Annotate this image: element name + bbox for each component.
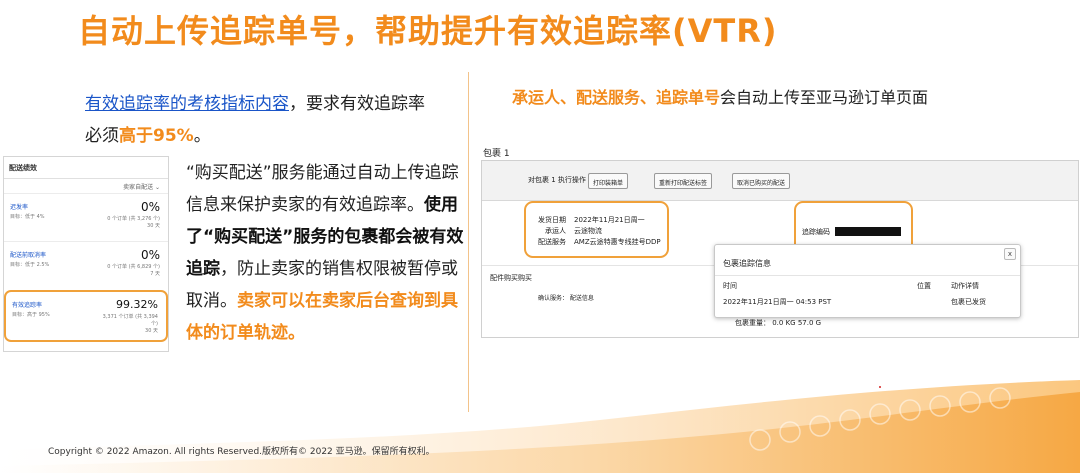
provider-service: 确认服务： 配送信息 — [538, 295, 594, 302]
metric-value: 0% — [140, 200, 160, 214]
metric-detail: 0 个订单 (共 6,829 个) 7 天 — [107, 264, 160, 277]
package-weight: 包裹重量： 0.0 KG 57.0 G — [735, 319, 822, 327]
slide-title: 自动上传追踪单号，帮助提升有效追踪率(VTR) — [78, 12, 778, 50]
close-icon[interactable]: x — [1004, 248, 1016, 260]
right-highlight: 承运人、配送服务、追踪单号 — [512, 88, 721, 107]
metric-label[interactable]: 配送前取消率 — [10, 250, 162, 259]
intro-text-2: 必须 — [85, 126, 119, 146]
right-text: 会自动上传至亚马逊订单页面 — [720, 88, 929, 107]
body-paragraph: “购买配送”服务能通过自动上传追踪信息来保护卖家的有效追踪率。使用了“购买配送”… — [186, 157, 464, 349]
shipment-highlight-box — [524, 201, 669, 258]
body-part-1: “购买配送”服务能通过自动上传追踪信息来保护卖家的有效追踪率。 — [186, 163, 459, 215]
metric-row-late-shipment: 迟发率 目标：低于 4% 0% 0 个订单 (共 3,276 个) 30 天 — [4, 193, 168, 241]
provider-label: 配件购买购买 — [490, 274, 532, 282]
metric-link[interactable]: 有效追踪率的考核指标内容 — [85, 94, 289, 114]
right-heading: 承运人、配送服务、追踪单号会自动上传至亚马逊订单页面 — [512, 84, 928, 108]
intro-text-3: 。 — [193, 126, 211, 146]
package-action-bar: 对包裹 1 执行操作 打印装箱单 重新打印配送标签 取消已购买的配送 — [482, 161, 1078, 201]
popup-divider — [715, 275, 1020, 276]
metric-row-cancel-rate: 配送前取消率 目标：低于 2.5% 0% 0 个订单 (共 6,829 个) 7 … — [4, 241, 168, 289]
vertical-divider — [468, 72, 469, 412]
package-title: 包裹 1 — [483, 149, 510, 159]
intro-paragraph: 有效追踪率的考核指标内容，要求有效追踪率必须高于95%。 — [85, 88, 465, 152]
metric-label[interactable]: 迟发率 — [10, 202, 162, 211]
action-bar-label: 对包裹 1 执行操作 — [528, 176, 586, 184]
intro-text-1: ，要求有效追踪率 — [289, 94, 425, 114]
shipping-performance-card: 配送绩效 卖家自配送 ⌄ 迟发率 目标：低于 4% 0% 0 个订单 (共 3,… — [3, 156, 169, 352]
print-packing-slip-button[interactable]: 打印装箱单 — [588, 173, 629, 189]
card-header: 配送绩效 — [4, 157, 168, 179]
col-header-location: 位置 — [917, 282, 931, 290]
fulfillment-filter[interactable]: 卖家自配送 ⌄ — [4, 179, 168, 193]
popup-title: 包裹追踪信息 — [723, 259, 771, 268]
tracking-popup: x 包裹追踪信息 时间 位置 动作详情 2022年11月21日周一 04:53 … — [714, 244, 1021, 318]
copyright-notice: Copyright © 2022 Amazon. All rights Rese… — [48, 447, 435, 457]
metric-detail: 3,371 个订单 (共 3,394 个) 30 天 — [102, 314, 158, 334]
metric-detail: 0 个订单 (共 3,276 个) 30 天 — [107, 216, 160, 229]
col-header-detail: 动作详情 — [951, 282, 979, 290]
footer-wave-decoration — [0, 380, 1080, 473]
metric-value: 0% — [140, 248, 160, 262]
metric-row-valid-tracking: 有效追踪率 目标：高于 95% 99.32% 3,371 个订单 (共 3,39… — [4, 290, 168, 342]
metric-value: 99.32% — [116, 298, 158, 311]
tracking-time: 2022年11月21日周一 04:53 PST — [723, 298, 832, 306]
cancel-shipping-button[interactable]: 取消已购买的配送 — [732, 173, 791, 189]
reprint-label-button[interactable]: 重新打印配送标签 — [654, 173, 713, 189]
tracking-detail: 包裹已发货 — [951, 298, 986, 306]
intro-highlight: 高于95% — [119, 126, 194, 146]
col-header-time: 时间 — [723, 282, 737, 290]
